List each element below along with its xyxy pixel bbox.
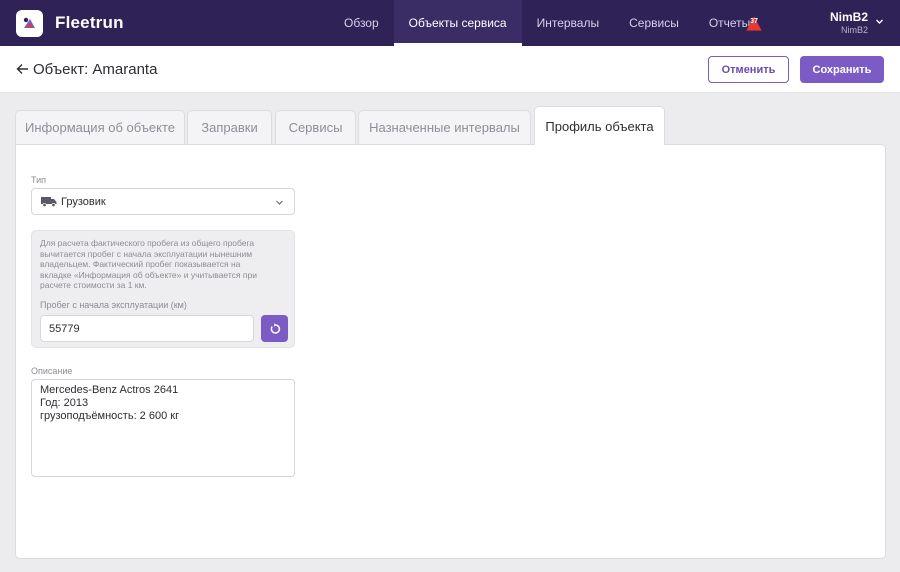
- save-button[interactable]: Сохранить: [800, 56, 884, 83]
- description-line: Год: 2013: [40, 397, 89, 409]
- notification-icon[interactable]: 37: [745, 15, 763, 33]
- tab-object-info[interactable]: Информация об объекте: [15, 110, 185, 144]
- back-arrow-icon[interactable]: [16, 63, 29, 75]
- description-line: Mercedes-Benz Actros 2641: [40, 384, 179, 396]
- reset-icon: [270, 322, 280, 334]
- main-nav: Обзор Объекты сервиса Интервалы Сервисы …: [329, 0, 765, 46]
- cancel-button[interactable]: Отменить: [708, 56, 789, 83]
- nav-item-overview[interactable]: Обзор: [329, 0, 394, 46]
- type-select[interactable]: Грузовик: [31, 188, 295, 215]
- top-navigation-bar: Fleetrun Обзор Объекты сервиса Интервалы…: [0, 0, 900, 46]
- page-header: Объект: Amaranta Отменить Сохранить: [0, 46, 900, 93]
- mileage-input[interactable]: [40, 315, 254, 342]
- mileage-field-label: Пробег с начала эксплуатации (км): [40, 300, 187, 310]
- info-line: расчете стоимости за 1 км.: [40, 280, 147, 290]
- app-name[interactable]: Fleetrun: [55, 13, 124, 33]
- mileage-info-box: Для расчета фактического пробега из обще…: [31, 230, 295, 348]
- type-select-value: Грузовик: [61, 196, 106, 208]
- nav-item-intervals[interactable]: Интервалы: [522, 0, 615, 46]
- tab-object-profile[interactable]: Профиль объекта: [534, 106, 665, 145]
- info-line: вычитается пробег с начала эксплуатации …: [40, 248, 253, 259]
- reset-mileage-button[interactable]: [261, 315, 288, 342]
- user-name: NimB2: [829, 10, 868, 24]
- mileage-info-text: Для расчета фактического пробега из обще…: [40, 238, 290, 291]
- description-label: Описание: [31, 366, 73, 376]
- description-textarea[interactable]: Mercedes-Benz Actros 2641 Год: 2013 груз…: [31, 379, 295, 477]
- info-line: Для расчета фактического пробега из обще…: [40, 238, 255, 248]
- user-account: NimB2: [840, 25, 868, 35]
- nav-item-services[interactable]: Сервисы: [614, 0, 694, 46]
- description-line: грузоподъёмность: 2 600 кг: [40, 410, 180, 422]
- truck-icon: [41, 197, 57, 207]
- nav-item-service-objects[interactable]: Объекты сервиса: [393, 0, 522, 46]
- notification-count: 37: [750, 18, 758, 25]
- tab-refuelings[interactable]: Заправки: [187, 110, 272, 144]
- fleetrun-logo-icon[interactable]: [16, 10, 43, 37]
- type-label: Тип: [31, 175, 47, 185]
- user-menu[interactable]: NimB2 NimB2: [820, 11, 868, 36]
- tab-assigned-intervals[interactable]: Назначенные интервалы: [358, 110, 531, 144]
- info-line: владельцем. Фактический пробег показывае…: [40, 259, 241, 269]
- page-title: Объект: Amaranta: [33, 61, 158, 78]
- chevron-down-icon: [276, 200, 283, 205]
- tab-services[interactable]: Сервисы: [275, 110, 356, 144]
- chevron-down-icon[interactable]: [875, 17, 884, 26]
- info-line: вкладке «Информация об объекте» и учитыв…: [40, 269, 257, 280]
